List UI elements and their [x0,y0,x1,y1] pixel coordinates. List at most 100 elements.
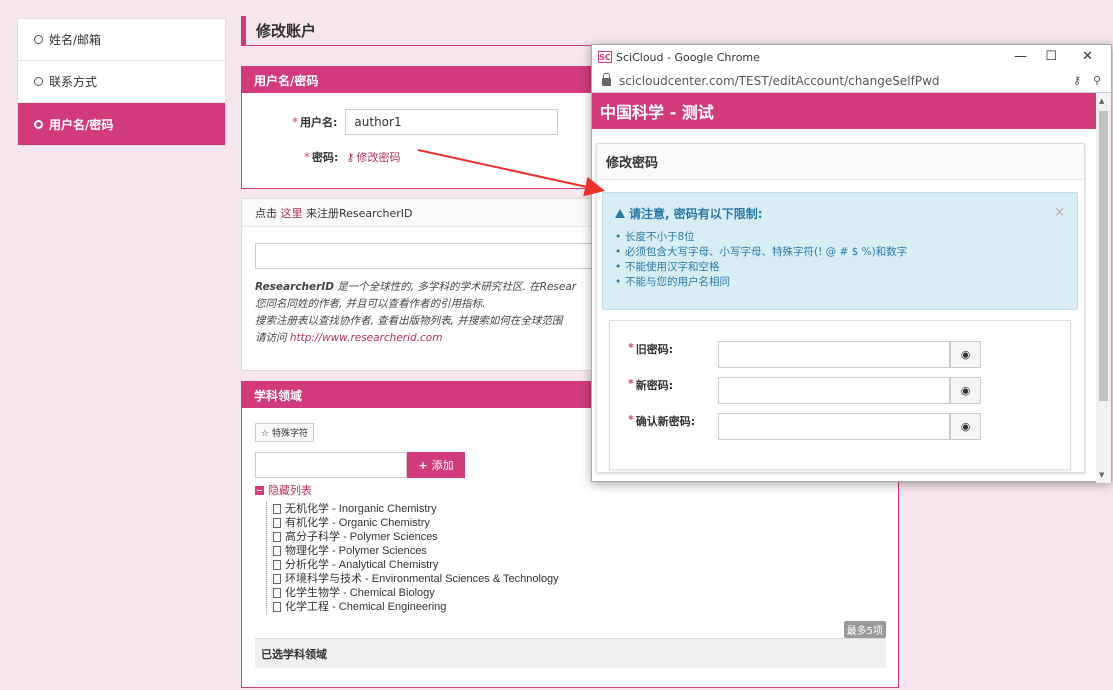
file-icon [273,504,281,514]
list-item-label: 有机化学 - Organic Chemistry [285,517,430,529]
old-password-row: * 旧密码: [628,341,700,357]
notice-title: 请注意, 密码有以下限制: [629,207,763,221]
new-password-row: * 新密码: [628,377,700,393]
confirm-password-label: 确认新密码: [635,415,696,428]
scroll-up-icon[interactable]: ▲ [1099,97,1104,105]
list-item[interactable]: 化学工程 - Chemical Engineering [273,600,559,614]
rid-bold: ResearcherID [255,281,334,293]
close-icon[interactable]: × [1054,205,1065,220]
window-title: SciCloud - Google Chrome [616,50,760,64]
url-text: scicloudcenter.com/TEST/editAccount/chan… [619,73,940,88]
username-label: 用户名: [300,116,338,129]
file-icon [273,602,281,612]
list-item-label: 化学工程 - Chemical Engineering [285,601,447,613]
list-item[interactable]: 高分子科学 - Polymer Sciences [273,530,559,544]
file-icon [273,546,281,556]
new-password-label: 新密码: [635,379,674,392]
password-form: * 旧密码: ◉ * 新密码: ◉ * 确认新密码: ◉ [609,320,1071,470]
maximize-icon[interactable]: ☐ [1045,49,1057,64]
required-mark: * [628,377,634,390]
rules-list: 长度不小于8位 必须包含大写字母、小写字母、特殊字符(! @ # $ %)和数字… [615,230,1065,290]
old-password-label-wrap: * 旧密码: [628,341,700,357]
list-item[interactable]: 化学生物学 - Chemical Biology [273,586,559,600]
rule-item: 不能使用汉字和空格 [615,260,1065,275]
researcherid-description: ResearcherID 是一个全球性的, 多学科的学术研究社区. 在Resea… [255,279,595,347]
list-item-label: 化学生物学 - Chemical Biology [285,587,435,599]
username-row: * 用户名: author1 [292,109,559,135]
key-icon[interactable]: ⚷ [1073,74,1081,87]
username-input[interactable]: author1 [345,109,559,135]
eye-icon[interactable]: ◉ [950,377,981,404]
scroll-down-icon[interactable]: ▼ [1099,471,1104,479]
radio-icon [34,77,43,86]
list-item-label: 分析化学 - Analytical Chemistry [285,559,439,571]
list-item[interactable]: 环境科学与技术 - Environmental Sciences & Techn… [273,572,559,586]
list-item-label: 环境科学与技术 - Environmental Sciences & Techn… [285,573,559,585]
eye-icon[interactable]: ◉ [950,341,981,368]
list-item[interactable]: 无机化学 - Inorganic Chemistry [273,502,559,516]
file-icon [273,588,281,598]
radio-icon [34,35,43,44]
file-icon [273,560,281,570]
hide-list-toggle[interactable]: 隐藏列表 [255,482,312,498]
modal-title: 修改密码 [597,144,1084,180]
rid-line1: 是一个全球性的, 多学科的学术研究社区. 在Resear [337,281,577,293]
register-suffix: 来注册ResearcherID [306,206,413,220]
new-password-input[interactable] [718,377,950,404]
minimize-icon[interactable]: — [1014,49,1027,64]
sidebar-item-contact[interactable]: 联系方式 [18,61,225,103]
star-icon: ☆ [261,429,270,439]
list-item-label: 无机化学 - Inorganic Chemistry [285,503,437,515]
eye-icon[interactable]: ◉ [950,413,981,440]
max-items-badge: 最多5项 [843,621,886,638]
list-item-label: 物理化学 - Polymer Sciences [285,545,427,557]
list-item[interactable]: 有机化学 - Organic Chemistry [273,516,559,530]
new-password-label-wrap: * 新密码: [628,377,700,393]
scrollbar[interactable]: ▲ ▼ [1096,93,1111,483]
researcherid-input[interactable] [255,243,605,269]
page-title: 修改账户 [241,16,899,46]
window-titlebar: SC SciCloud - Google Chrome — ☐ ✕ [592,45,1111,69]
site-header: 中国科学 - 测试 [592,93,1111,129]
required-mark: * [304,150,310,164]
register-link[interactable]: 这里 [281,205,303,221]
plus-icon: + [418,458,428,472]
scroll-thumb[interactable] [1099,111,1108,401]
special-chars-button[interactable]: ☆ 特殊字符 [255,423,314,442]
confirm-password-row: * 确认新密码: [628,413,700,429]
sidebar-item-label: 姓名/邮箱 [49,33,102,47]
special-chars-label: 特殊字符 [271,429,308,439]
confirm-password-label-wrap: * 确认新密码: [628,413,700,429]
change-password-link[interactable]: 修改密码 [356,149,400,165]
sidebar-item-username-password[interactable]: 用户名/密码 [18,103,225,145]
subject-input[interactable] [255,452,407,478]
rid-line3: 搜索注册表以查找协作者, 查看出版物列表, 并搜索如何在全球范围 [255,315,563,327]
password-row: * 密码: ⚷ 修改密码 [304,149,400,165]
sidebar-item-name-email[interactable]: 姓名/邮箱 [18,19,225,61]
scicloud-logo-icon: SC [598,51,612,63]
old-password-label: 旧密码: [635,343,674,356]
required-mark: * [628,341,634,354]
change-password-modal: 修改密码 请注意, 密码有以下限制: × 长度不小于8位 必须包含大写字母、小写… [596,143,1085,473]
list-item[interactable]: 分析化学 - Analytical Chemistry [273,558,559,572]
chrome-popup-window: SC SciCloud - Google Chrome — ☐ ✕ sciclo… [591,44,1112,483]
required-mark: * [628,413,634,426]
notice-title-row: 请注意, 密码有以下限制: [615,205,1065,222]
close-icon[interactable]: ✕ [1082,49,1093,64]
subject-tree: 无机化学 - Inorganic Chemistry 有机化学 - Organi… [266,502,559,614]
file-icon [273,574,281,584]
list-item[interactable]: 物理化学 - Polymer Sciences [273,544,559,558]
zoom-icon[interactable]: ⚲ [1093,74,1101,87]
address-bar[interactable]: scicloudcenter.com/TEST/editAccount/chan… [592,69,1111,93]
lock-icon [602,72,611,86]
old-password-input[interactable] [718,341,950,368]
selected-subjects-bar: 已选学科领域 [255,638,886,668]
add-button[interactable]: + 添加 [407,452,465,478]
required-mark: * [292,115,298,129]
hide-list-label: 隐藏列表 [268,484,312,497]
file-icon [273,518,281,528]
key-icon: ⚷ [346,150,355,164]
confirm-password-input[interactable] [718,413,950,440]
add-label: 添加 [431,459,454,472]
researcherid-url-link[interactable]: http://www.researcherid.com [290,332,443,344]
